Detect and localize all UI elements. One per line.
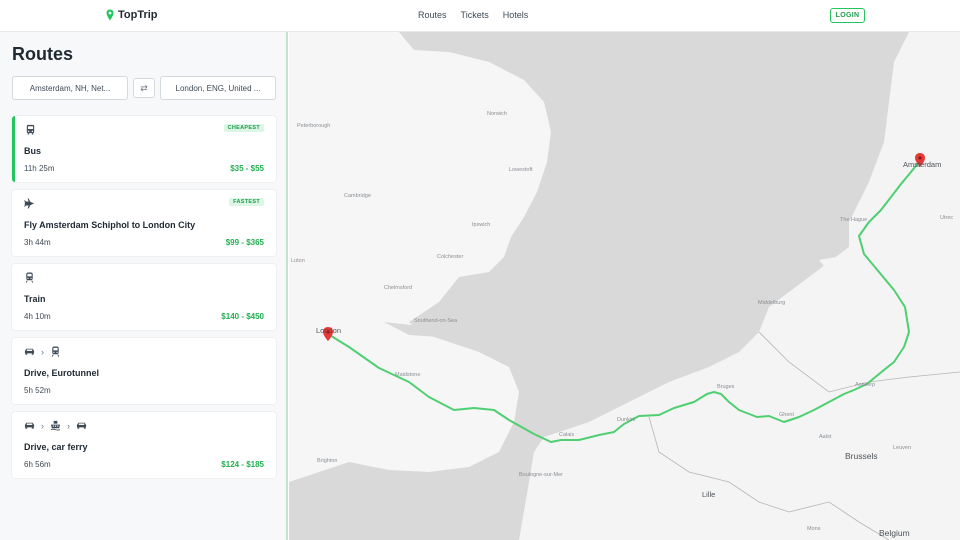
map-label-the-hague: The Hague (840, 217, 868, 223)
map-label-southend: Southend-on-Sea (414, 318, 458, 324)
location-pin-icon (106, 9, 114, 21)
swap-icon: ⇄ (140, 82, 148, 93)
route-name: Fly Amsterdam Schiphol to London City (24, 220, 196, 230)
map-label-ipswich: Ipswich (472, 222, 491, 228)
route-card-fly[interactable]: FASTEST Fly Amsterdam Schiphol to London… (12, 190, 276, 256)
map-label-ghent: Ghent (779, 412, 794, 418)
page-title: Routes (12, 44, 74, 64)
map-label-antwerp: Antwerp (855, 382, 876, 388)
car-icon (76, 422, 87, 429)
map-label-bruges: Bruges (717, 384, 735, 390)
route-duration: 4h 10m (24, 312, 51, 321)
map-label-boulogne: Boulogne-sur-Mer (519, 472, 564, 478)
map-label-dunkirk: Dunkirk (617, 417, 636, 423)
map-label-peterborough: Peterborough (297, 123, 331, 129)
route-name: Bus (24, 146, 42, 156)
map-label-chelmsford: Chelmsford (384, 285, 413, 291)
route-duration: 5h 52m (24, 386, 51, 395)
route-card-bus[interactable]: CHEAPEST Bus 11h 25m $35 - $55 (12, 116, 276, 182)
route-price: $140 - $450 (221, 312, 264, 321)
bus-icon (26, 124, 35, 135)
train-icon (25, 272, 34, 283)
nav-routes[interactable]: Routes (418, 10, 447, 20)
route-name: Drive, Eurotunnel (24, 368, 100, 378)
map-label-maidstone: Maidstone (395, 372, 421, 378)
map-label-belgium: Belgium (879, 528, 910, 538)
destination-field[interactable]: London, ENG, United ... (160, 76, 276, 100)
route-duration: 3h 44m (24, 238, 51, 247)
route-card-train[interactable]: Train 4h 10m $140 - $450 (12, 264, 276, 330)
map-label-aalst: Aalst (819, 434, 832, 440)
route-price: $99 - $365 (225, 238, 264, 247)
chevron-right-icon: › (41, 346, 44, 357)
map-label-amsterdam: Amsterdam (903, 160, 942, 169)
chevron-right-icon: › (41, 420, 44, 431)
map-label-cambridge: Cambridge (344, 193, 371, 199)
cheapest-badge: CHEAPEST (223, 124, 264, 132)
map-label-luton: Luton (291, 258, 305, 264)
car-icon (24, 422, 35, 429)
map-label-calais: Calais (559, 432, 575, 438)
login-button[interactable]: LOGIN (830, 8, 865, 23)
map-label-mons: Mons (807, 526, 821, 532)
brand-logo[interactable]: TopTrip (106, 9, 158, 21)
nav-hotels[interactable]: Hotels (503, 10, 529, 20)
route-name: Train (24, 294, 46, 304)
map-label-lille: Lille (702, 490, 716, 499)
route-price: $124 - $185 (221, 460, 264, 469)
routes-sidebar: Routes Amsterdam, NH, Net... ⇄ London, E… (0, 32, 288, 540)
map-label-middelburg: Middelburg (758, 300, 786, 306)
route-price: $35 - $55 (230, 164, 264, 173)
map-label-norwich: Norwich (487, 111, 507, 117)
route-map[interactable]: Amsterdam London Brussels Belgium Lille … (289, 32, 960, 540)
swap-button[interactable]: ⇄ (133, 78, 155, 98)
plane-icon (24, 198, 35, 209)
top-nav-bar: TopTrip Routes Tickets Hotels LOGIN (0, 0, 960, 32)
nav-tickets[interactable]: Tickets (461, 10, 489, 20)
map-label-colchester: Colchester (437, 254, 464, 260)
route-duration: 6h 56m (24, 460, 51, 469)
train-icon (51, 346, 60, 357)
land-england (289, 32, 551, 482)
map-label-lowestoft: Lowestoft (509, 167, 533, 173)
brand-name: TopTrip (118, 9, 158, 21)
ferry-icon (50, 420, 61, 431)
land-continent (519, 32, 960, 540)
route-card-car-ferry[interactable]: › › Drive, car ferry 6h 56m $124 - $185 (12, 412, 276, 478)
origin-field[interactable]: Amsterdam, NH, Net... (12, 76, 128, 100)
chevron-right-icon: › (67, 420, 70, 431)
map-label-brussels: Brussels (845, 451, 878, 461)
car-icon (24, 348, 35, 355)
map-label-brighton: Brighton (317, 458, 338, 464)
route-duration: 11h 25m (24, 164, 55, 173)
fastest-badge: FASTEST (229, 198, 264, 206)
route-name: Drive, car ferry (24, 442, 88, 452)
route-card-eurotunnel[interactable]: › Drive, Eurotunnel 5h 52m (12, 338, 276, 404)
main-nav: Routes Tickets Hotels (418, 10, 528, 20)
map-label-london: London (316, 326, 342, 335)
map-label-utrecht: Utrec (940, 215, 954, 221)
map-label-leuven: Leuven (893, 445, 912, 451)
